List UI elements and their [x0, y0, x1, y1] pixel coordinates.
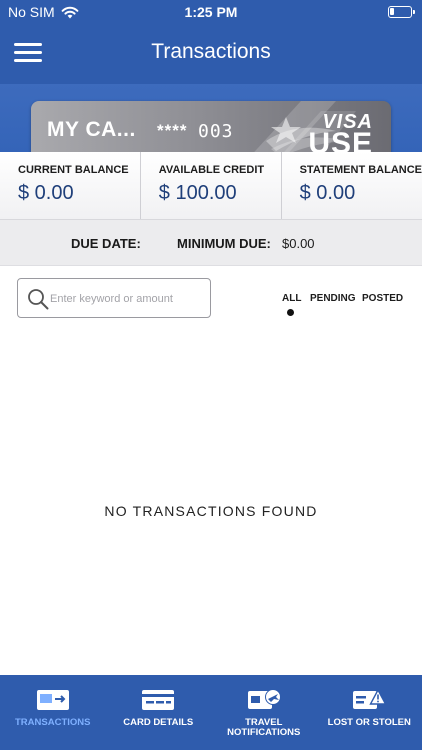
nav-transactions[interactable]: TRANSACTIONS	[0, 675, 106, 750]
tab-posted[interactable]: POSTED	[362, 293, 403, 304]
nav-label-line2: NOTIFICATIONS	[227, 727, 301, 738]
balance-value: $ 0.00	[18, 182, 74, 204]
bottom-nav: TRANSACTIONS CARD DETAILS TRAVEL NOTIFIC…	[0, 675, 422, 750]
status-bar: No SIM 1:25 PM	[0, 0, 422, 24]
empty-state-message: NO TRANSACTIONS FOUND	[104, 503, 318, 519]
nav-label: CARD DETAILS	[123, 717, 194, 728]
tab-all[interactable]: ALL	[282, 293, 301, 304]
lost-stolen-icon	[353, 688, 387, 709]
transactions-icon	[36, 690, 69, 710]
selected-tab-indicator	[287, 309, 294, 316]
nav-travel-notifications[interactable]: TRAVEL NOTIFICATIONS	[211, 675, 317, 750]
balance-label: STATEMENT BALANCE	[299, 164, 422, 176]
nav-label: TRAVEL NOTIFICATIONS	[211, 718, 317, 738]
balance-value: $ 0.00	[299, 182, 356, 204]
card-details-icon	[142, 690, 175, 710]
due-info: DUE DATE: MINIMUM DUE: $0.00	[0, 220, 422, 266]
balance-label: CURRENT BALANCE	[18, 164, 129, 176]
card-last-digits: 003	[198, 121, 234, 142]
status-time: 1:25 PM	[184, 4, 238, 20]
credit-card-image[interactable]: MY CA... **** 003 VISA USE	[31, 101, 391, 154]
minimum-due-value: $0.00	[282, 236, 315, 251]
app-header: Transactions	[0, 24, 422, 84]
card-strip: MY CA... **** 003 VISA USE	[0, 84, 422, 154]
tab-pending[interactable]: PENDING	[310, 293, 356, 304]
available-credit: AVAILABLE CREDIT $ 100.00	[139, 152, 281, 219]
due-date-label: DUE DATE:	[71, 236, 141, 251]
battery-icon	[388, 6, 415, 18]
travel-notifications-icon	[247, 689, 281, 709]
nav-lost-stolen[interactable]: LOST OR STOLEN	[317, 675, 422, 750]
balance-summary: CURRENT BALANCE $ 0.00 AVAILABLE CREDIT …	[0, 152, 422, 220]
filter-tabs: ALL PENDING POSTED	[0, 293, 422, 323]
app-screen: No SIM 1:25 PM Transactions MY CA... ***…	[0, 0, 422, 750]
nav-label: TRANSACTIONS	[15, 717, 91, 728]
nav-label: LOST OR STOLEN	[327, 717, 411, 728]
current-balance: CURRENT BALANCE $ 0.00	[0, 152, 140, 219]
card-number-mask: ****	[157, 121, 188, 140]
page-title: Transactions	[151, 40, 271, 63]
nav-card-details[interactable]: CARD DETAILS	[106, 675, 212, 750]
balance-value: $ 100.00	[158, 182, 237, 204]
minimum-due-label: MINIMUM DUE:	[177, 236, 271, 251]
statement-balance: STATEMENT BALANCE $ 0.00	[280, 152, 422, 219]
card-nickname: MY CA...	[47, 118, 136, 141]
balance-label: AVAILABLE CREDIT	[158, 164, 265, 176]
card-brand-sub: USE	[308, 127, 373, 154]
